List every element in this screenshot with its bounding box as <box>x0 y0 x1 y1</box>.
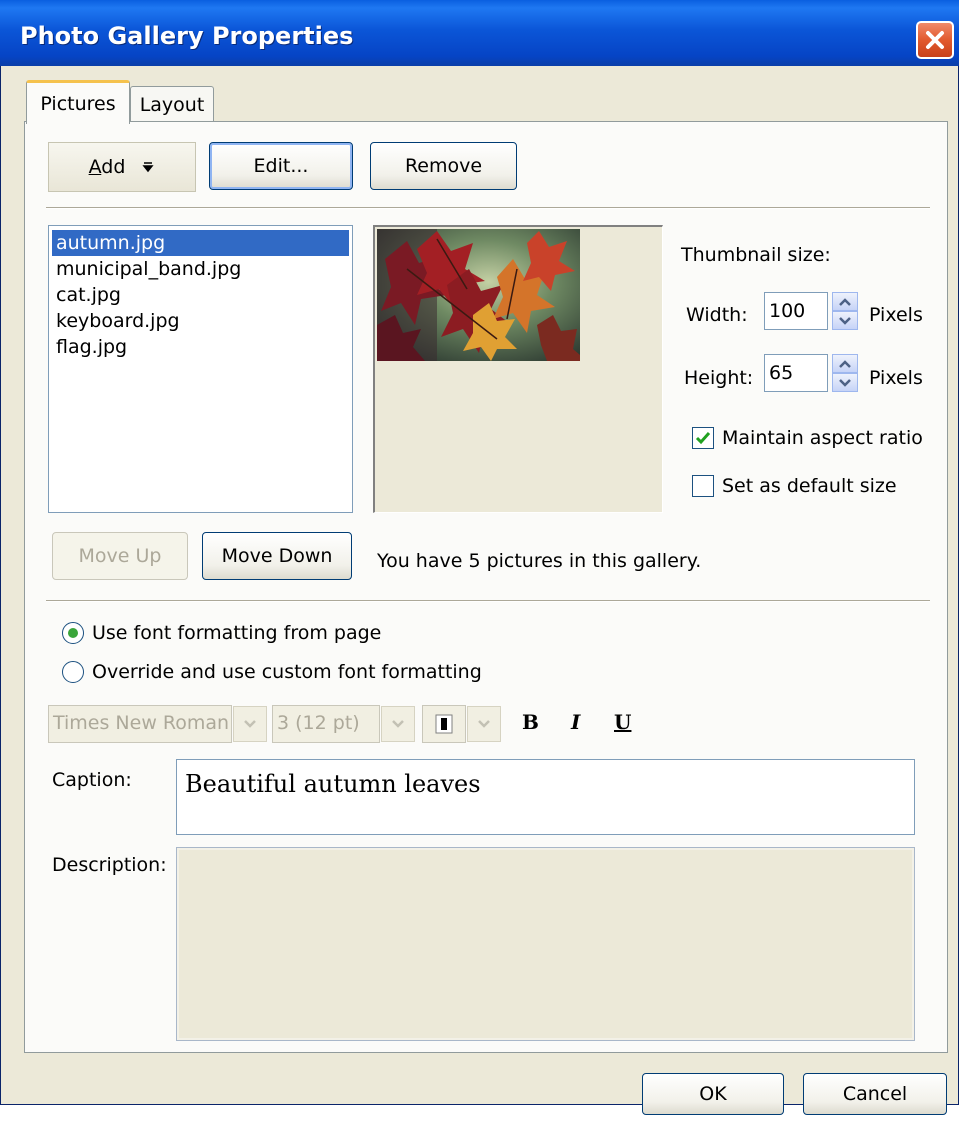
height-spin-down[interactable] <box>832 373 858 392</box>
edit-button[interactable]: Edit... <box>209 142 353 190</box>
dropdown-arrow-icon <box>142 162 154 173</box>
tab-layout-label: Layout <box>139 93 205 116</box>
list-item[interactable]: cat.jpg <box>52 282 349 308</box>
tab-pictures-label: Pictures <box>40 92 116 115</box>
italic-button[interactable]: I <box>571 710 580 734</box>
use-page-font-label[interactable]: Use font formatting from page <box>92 622 381 644</box>
thumbnail-preview <box>373 225 663 513</box>
dialog-title: Photo Gallery Properties <box>20 22 354 50</box>
gallery-count-text: You have 5 pictures in this gallery. <box>377 550 702 572</box>
bold-button[interactable]: B <box>522 710 539 734</box>
add-button-label: Add <box>88 156 126 178</box>
add-button[interactable]: Add <box>48 142 196 192</box>
width-spin-down[interactable] <box>832 311 858 330</box>
move-up-button[interactable]: Move Up <box>52 532 188 580</box>
font-size-select[interactable]: 3 (12 pt) <box>272 705 380 743</box>
height-label: Height: <box>684 367 754 389</box>
cancel-button[interactable]: Cancel <box>803 1073 947 1115</box>
ok-button-label: OK <box>699 1083 727 1105</box>
height-input[interactable]: 65 <box>764 354 828 392</box>
close-button[interactable] <box>916 21 954 59</box>
caption-input[interactable]: Beautiful autumn leaves <box>176 759 915 835</box>
close-icon <box>926 31 944 49</box>
width-spinner[interactable] <box>832 292 858 330</box>
edit-button-label: Edit... <box>253 155 309 177</box>
height-spin-up[interactable] <box>832 354 858 373</box>
override-font-radio[interactable] <box>62 661 84 683</box>
maintain-aspect-label[interactable]: Maintain aspect ratio <box>722 427 923 449</box>
list-item[interactable]: flag.jpg <box>52 334 349 360</box>
override-font-label[interactable]: Override and use custom font formatting <box>92 661 482 683</box>
move-down-label: Move Down <box>221 545 333 567</box>
default-size-checkbox[interactable] <box>692 475 714 497</box>
caption-label: Caption: <box>52 769 132 791</box>
tab-pictures[interactable]: Pictures <box>26 80 130 124</box>
ok-button[interactable]: OK <box>642 1073 784 1115</box>
height-spinner[interactable] <box>832 354 858 392</box>
width-label: Width: <box>686 304 748 326</box>
font-size-dropdown[interactable] <box>381 706 415 742</box>
font-name-dropdown[interactable] <box>233 706 267 742</box>
radio-selected-dot <box>68 628 78 638</box>
pictures-list[interactable]: autumn.jpg municipal_band.jpg cat.jpg ke… <box>48 225 353 513</box>
list-item[interactable]: municipal_band.jpg <box>52 256 349 282</box>
chevron-down-icon <box>839 316 851 325</box>
width-spin-up[interactable] <box>832 292 858 311</box>
remove-button-label: Remove <box>404 155 483 177</box>
separator-middle <box>46 600 930 602</box>
thumbnail-size-heading: Thumbnail size: <box>681 244 831 266</box>
height-unit: Pixels <box>869 367 923 389</box>
font-color-dropdown[interactable] <box>467 706 501 742</box>
width-input[interactable]: 100 <box>764 292 828 330</box>
chevron-down-icon <box>392 720 404 728</box>
remove-button[interactable]: Remove <box>370 142 517 190</box>
underline-button[interactable]: U <box>614 710 631 734</box>
width-unit: Pixels <box>869 304 923 326</box>
font-name-select[interactable]: Times New Roman <box>48 705 232 743</box>
chevron-up-icon <box>839 359 851 368</box>
chevron-down-icon <box>478 720 490 728</box>
move-up-label: Move Up <box>78 545 162 567</box>
chevron-down-icon <box>244 720 256 728</box>
font-color-button[interactable] <box>422 705 466 743</box>
list-item[interactable]: autumn.jpg <box>51 229 350 257</box>
tab-layout[interactable]: Layout <box>130 86 214 122</box>
list-item[interactable]: keyboard.jpg <box>52 308 349 334</box>
default-size-label[interactable]: Set as default size <box>722 475 897 497</box>
font-color-icon <box>435 714 453 734</box>
chevron-down-icon <box>839 378 851 387</box>
cancel-button-label: Cancel <box>842 1083 908 1105</box>
description-label: Description: <box>52 854 167 876</box>
move-down-button[interactable]: Move Down <box>202 532 352 580</box>
use-page-font-radio[interactable] <box>62 622 84 644</box>
autumn-leaves-image <box>377 229 580 361</box>
chevron-up-icon <box>839 297 851 306</box>
separator-top <box>46 207 930 209</box>
description-input[interactable] <box>176 847 915 1041</box>
checkmark-icon <box>695 432 711 445</box>
maintain-aspect-checkbox[interactable] <box>692 427 714 449</box>
